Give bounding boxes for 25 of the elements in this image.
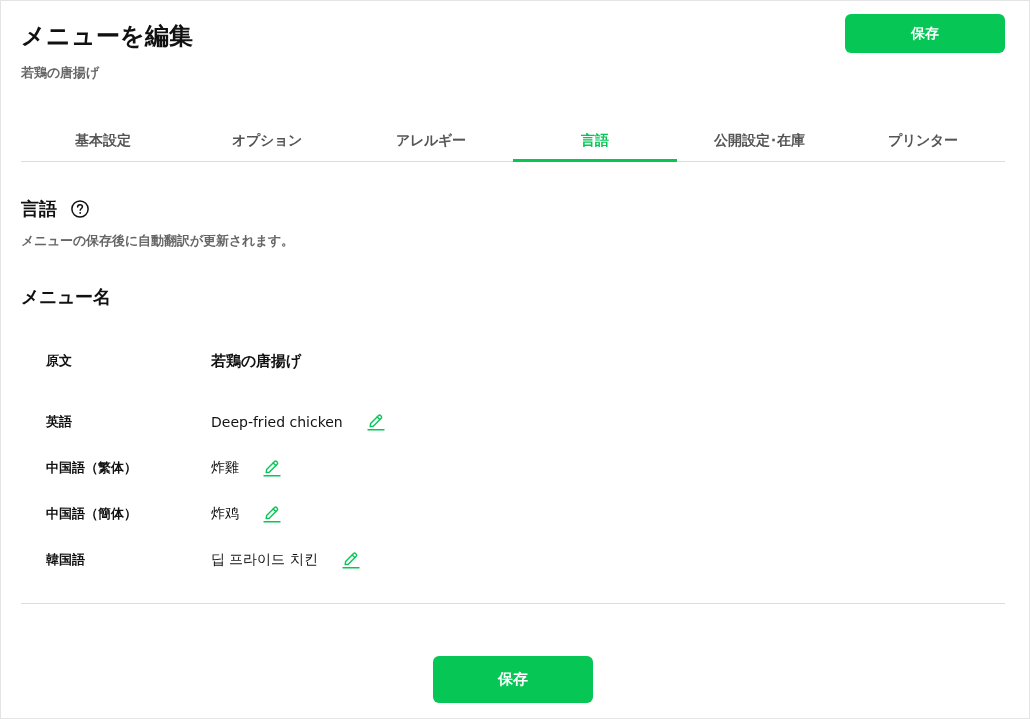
page-title: メニューを編集: [21, 21, 193, 52]
pencil-icon[interactable]: [341, 551, 360, 569]
language-label: 中国語（簡体）: [46, 505, 138, 523]
tab[interactable]: 公開設定･在庫: [677, 118, 841, 162]
language-label: 英語: [46, 413, 73, 431]
menu-name-value: 炸鸡: [211, 505, 239, 523]
language-label: 原文: [46, 352, 73, 370]
menu-name-value: Deep-fried chicken: [211, 414, 343, 430]
field-heading: メニュー名: [21, 285, 112, 309]
tab[interactable]: アレルギー: [349, 118, 513, 162]
language-label: 韓国語: [46, 551, 86, 569]
language-label: 中国語（繁体）: [46, 459, 138, 477]
section-description: メニューの保存後に自動翻訳が更新されます。: [21, 232, 295, 250]
menu-name-value: 炸雞: [211, 459, 239, 477]
tab[interactable]: プリンター: [841, 118, 1005, 162]
pencil-icon[interactable]: [263, 505, 281, 523]
pencil-icon[interactable]: [366, 413, 385, 431]
section-title: 言語: [21, 197, 57, 221]
menu-name-value: 若鶏の唐揚げ: [211, 351, 301, 371]
menu-item-subtitle: 若鶏の唐揚げ: [21, 64, 101, 82]
pencil-icon[interactable]: [263, 459, 281, 477]
tab[interactable]: オプション: [185, 118, 349, 162]
help-icon[interactable]: [71, 200, 89, 218]
tab[interactable]: 基本設定: [21, 118, 185, 162]
menu-name-value: 딥 프라이드 치킨: [211, 551, 318, 569]
